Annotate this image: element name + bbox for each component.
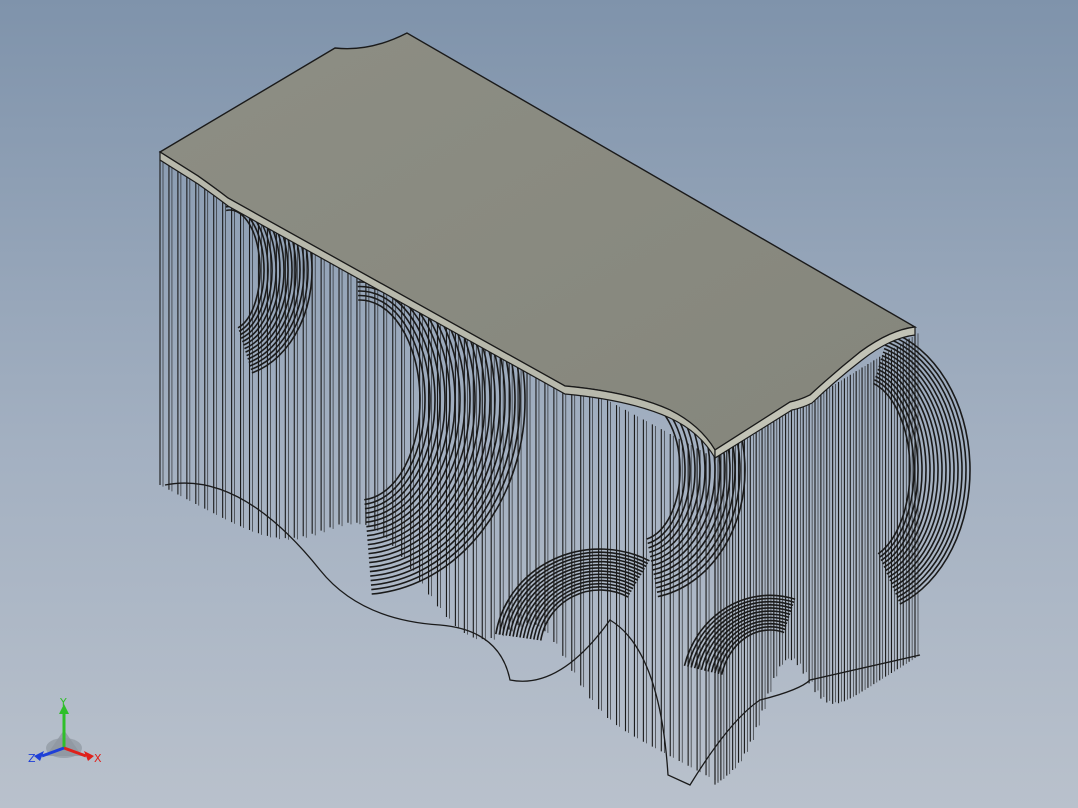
- graphics-viewport[interactable]: Y X Z: [0, 0, 1078, 808]
- orientation-triad: Y X Z: [28, 696, 102, 765]
- rib-large-cavity: [358, 294, 426, 506]
- x-axis-label: X: [94, 752, 102, 765]
- y-axis-label: Y: [59, 696, 67, 709]
- 3d-model[interactable]: [0, 0, 1078, 808]
- z-axis-label: Z: [28, 752, 36, 765]
